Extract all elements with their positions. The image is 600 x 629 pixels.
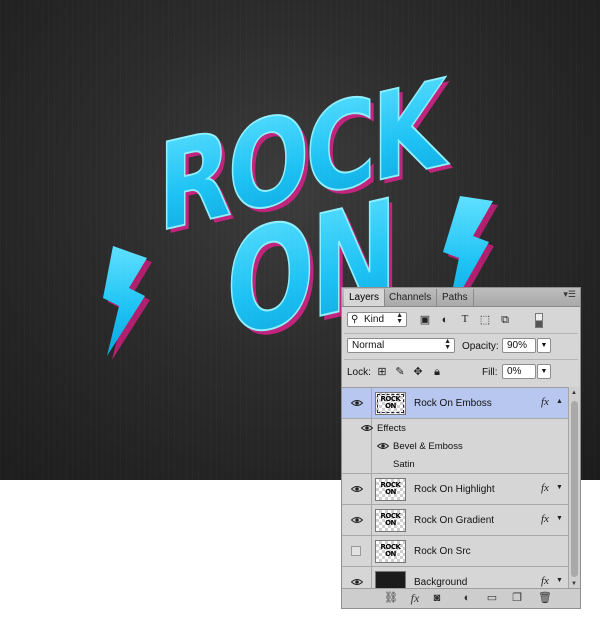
layers-list: ROCK ON Rock On Emboss fx ▲ Effects Beve… bbox=[342, 387, 568, 591]
layer-thumbnail[interactable]: ROCK ON bbox=[375, 392, 406, 415]
layer-name[interactable]: Rock On Gradient bbox=[414, 515, 494, 526]
link-layers-icon[interactable]: ⛓︎ bbox=[384, 592, 398, 605]
expand-effects-arrow-icon[interactable]: ▼ bbox=[556, 515, 563, 522]
panel-tab-bar: Layers Channels Paths ▾☰ bbox=[342, 288, 580, 307]
lightning-bolt-left bbox=[103, 246, 152, 360]
fx-icon[interactable]: fx bbox=[541, 396, 549, 408]
filter-smart-object-icon[interactable]: ⧉ bbox=[499, 314, 511, 326]
fill-label: Fill: bbox=[482, 367, 498, 378]
blend-mode-select[interactable]: Normal ▲ ▼ bbox=[347, 338, 455, 353]
panel-menu-icon[interactable]: ▾☰ bbox=[563, 289, 576, 300]
visibility-toggle[interactable] bbox=[342, 536, 372, 566]
add-layer-style-icon[interactable]: fx bbox=[408, 592, 422, 605]
divider bbox=[344, 359, 578, 360]
new-adjustment-layer-icon[interactable]: ◐ bbox=[460, 592, 474, 605]
filter-adjustment-icon[interactable]: ◐ bbox=[439, 314, 451, 326]
layer-row-rock-on-emboss[interactable]: ROCK ON Rock On Emboss fx ▲ bbox=[342, 388, 568, 419]
hidden-visibility-box bbox=[351, 546, 361, 556]
layer-name[interactable]: Background bbox=[414, 577, 467, 588]
scroll-up-icon[interactable]: ▲ bbox=[571, 390, 577, 396]
opacity-label: Opacity: bbox=[462, 341, 499, 352]
lock-all-icon[interactable]: 🔒︎ bbox=[431, 366, 443, 378]
tab-paths[interactable]: Paths bbox=[437, 289, 474, 306]
effect-row-satin[interactable]: Satin bbox=[342, 455, 568, 474]
eye-icon[interactable] bbox=[377, 442, 389, 450]
blend-mode-value: Normal bbox=[352, 340, 385, 351]
layers-panel: Layers Channels Paths ▾☰ ⚲ Kind ▲ ▼ ▣ ◐ T… bbox=[341, 287, 581, 609]
new-layer-icon[interactable]: ❐ bbox=[510, 592, 524, 605]
visibility-cell bbox=[342, 455, 372, 473]
visibility-toggle[interactable] bbox=[342, 388, 372, 418]
effects-label: Effects bbox=[377, 423, 406, 434]
layer-row-rock-on-src[interactable]: ROCK ON Rock On Src bbox=[342, 536, 568, 567]
scroll-thumb[interactable] bbox=[571, 401, 578, 577]
visibility-toggle[interactable] bbox=[342, 505, 372, 535]
eye-icon bbox=[351, 579, 363, 585]
blend-row: Normal ▲ ▼ Opacity: 90% ▼ bbox=[342, 336, 580, 356]
layer-thumbnail[interactable]: ROCK ON bbox=[375, 509, 406, 532]
lock-transparent-pixels-icon[interactable]: ⊞ bbox=[376, 366, 388, 378]
lock-image-pixels-icon[interactable]: ✎ bbox=[394, 366, 406, 378]
visibility-toggle[interactable] bbox=[342, 474, 372, 504]
filter-toggle-switch[interactable] bbox=[535, 313, 543, 328]
filter-shape-icon[interactable]: ⬚ bbox=[479, 314, 491, 326]
effect-row-bevel-emboss[interactable]: Bevel & Emboss bbox=[342, 437, 568, 455]
fill-dropdown-button[interactable]: ▼ bbox=[537, 364, 551, 379]
fill-value: 0% bbox=[507, 366, 522, 377]
artwork-line1-shadow: ROCK bbox=[162, 56, 454, 263]
tab-layers[interactable]: Layers bbox=[344, 289, 386, 306]
fx-icon[interactable]: fx bbox=[541, 513, 549, 525]
expand-effects-arrow-icon[interactable]: ▼ bbox=[556, 577, 563, 584]
fill-input[interactable]: 0% bbox=[502, 364, 536, 379]
scroll-down-icon[interactable]: ▼ bbox=[571, 581, 577, 587]
layer-thumbnail[interactable]: ROCK ON bbox=[375, 478, 406, 501]
filter-kind-label: Kind bbox=[364, 314, 385, 325]
divider bbox=[344, 333, 578, 334]
artwork-line1: ROCK bbox=[158, 52, 450, 259]
layer-thumbnail[interactable]: ROCK ON bbox=[375, 540, 406, 563]
stepper-arrows-icon: ▲ ▼ bbox=[396, 312, 403, 325]
layer-name[interactable]: Rock On Src bbox=[414, 546, 471, 557]
filter-kind-select[interactable]: ⚲ Kind ▲ ▼ bbox=[347, 312, 407, 327]
effect-label: Bevel & Emboss bbox=[393, 441, 463, 452]
lock-row: Lock: ⊞ ✎ ✥ 🔒︎ Fill: 0% ▼ bbox=[342, 362, 580, 382]
eye-icon bbox=[351, 517, 363, 523]
opacity-value: 90% bbox=[507, 340, 528, 351]
opacity-input[interactable]: 90% bbox=[502, 338, 536, 353]
lock-label: Lock: bbox=[347, 367, 371, 378]
layer-name[interactable]: Rock On Highlight bbox=[414, 484, 495, 495]
add-mask-icon[interactable]: ◙ bbox=[430, 592, 444, 605]
expand-effects-arrow-icon[interactable]: ▼ bbox=[556, 484, 563, 491]
eye-icon[interactable] bbox=[361, 424, 373, 432]
layer-row-rock-on-gradient[interactable]: ROCK ON Rock On Gradient fx ▼ bbox=[342, 505, 568, 536]
fx-icon[interactable]: fx bbox=[541, 482, 549, 494]
lock-position-icon[interactable]: ✥ bbox=[412, 366, 424, 378]
search-icon: ⚲ bbox=[351, 314, 359, 325]
tab-channels[interactable]: Channels bbox=[384, 289, 438, 306]
effect-label: Satin bbox=[393, 459, 415, 470]
filter-pixel-icon[interactable]: ▣ bbox=[419, 314, 431, 326]
panel-footer: ⛓︎ fx ◙ ◐ ▭ ❐ 🗑︎ bbox=[342, 588, 580, 608]
new-group-icon[interactable]: ▭ bbox=[485, 592, 499, 605]
effects-row[interactable]: Effects bbox=[342, 419, 568, 437]
fx-icon[interactable]: fx bbox=[541, 575, 549, 587]
delete-layer-icon[interactable]: 🗑︎ bbox=[538, 592, 552, 605]
stepper-arrows-icon: ▲ ▼ bbox=[444, 338, 451, 351]
collapse-effects-arrow-icon[interactable]: ▲ bbox=[556, 398, 563, 405]
layer-row-rock-on-highlight[interactable]: ROCK ON Rock On Highlight fx ▼ bbox=[342, 474, 568, 505]
layers-scrollbar[interactable]: ▲ ▼ bbox=[568, 387, 580, 590]
opacity-dropdown-button[interactable]: ▼ bbox=[537, 338, 551, 353]
eye-icon bbox=[351, 400, 363, 406]
filter-row: ⚲ Kind ▲ ▼ ▣ ◐ T ⬚ ⧉ bbox=[342, 310, 580, 330]
eye-icon bbox=[351, 486, 363, 492]
filter-type-icon[interactable]: T bbox=[459, 313, 471, 325]
layer-name[interactable]: Rock On Emboss bbox=[414, 398, 492, 409]
visibility-cell bbox=[342, 437, 372, 455]
